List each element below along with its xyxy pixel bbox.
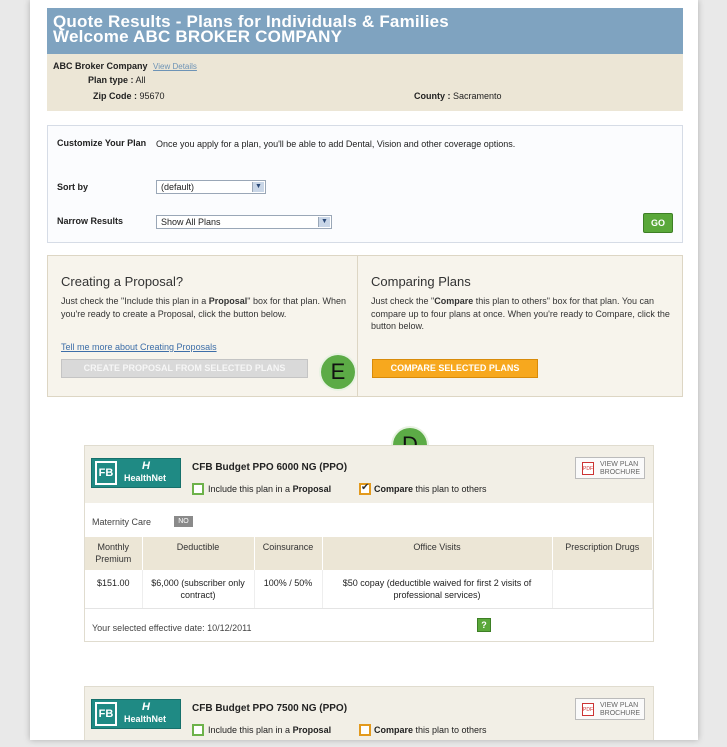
proposal-title: Creating a Proposal? bbox=[61, 274, 184, 289]
healthnet-logo: FB H HealthNet bbox=[91, 699, 181, 729]
comparing-title: Comparing Plans bbox=[371, 274, 471, 289]
plan-benefits-table: Monthly Premium Deductible Coinsurance O… bbox=[85, 537, 653, 609]
header-banner: Quote Results - Plans for Individuals & … bbox=[47, 8, 683, 54]
chevron-down-icon: ▼ bbox=[252, 182, 264, 192]
plan-card: FB H HealthNet CFB Budget PPO 6000 NG (P… bbox=[84, 445, 654, 642]
prescription-cell bbox=[552, 570, 653, 609]
healthnet-logo: FB H HealthNet bbox=[91, 458, 181, 488]
table-row: $151.00 $6,000 (subscriber only contract… bbox=[85, 570, 653, 609]
sort-select[interactable]: (default) ▼ bbox=[156, 180, 266, 194]
page-frame: Quote Results - Plans for Individuals & … bbox=[30, 0, 698, 740]
customize-panel: Customize Your Plan Once you apply for a… bbox=[47, 125, 683, 243]
pdf-icon: PDF bbox=[582, 462, 594, 475]
pdf-icon: PDF bbox=[582, 703, 594, 716]
customize-message: Once you apply for a plan, you'll be abl… bbox=[156, 139, 516, 149]
maternity-care-label: Maternity Care bbox=[92, 517, 152, 527]
plan-card-header: FB H HealthNet CFB Budget PPO 6000 NG (P… bbox=[85, 446, 653, 503]
proposal-info-link[interactable]: Tell me more about Creating Proposals bbox=[61, 342, 217, 352]
create-proposal-button[interactable]: CREATE PROPOSAL FROM SELECTED PLANS bbox=[61, 359, 308, 378]
plan-card: FB H HealthNet CFB Budget PPO 7500 NG (P… bbox=[84, 686, 654, 740]
header-details: ABC Broker Company View Details Plan typ… bbox=[47, 54, 683, 111]
plan-name: CFB Budget PPO 6000 NG (PPO) bbox=[192, 462, 348, 473]
maternity-badge: NO bbox=[174, 516, 193, 527]
column-header: Deductible bbox=[142, 537, 255, 570]
compare-label: Compare this plan to others bbox=[374, 484, 487, 494]
county-row: County : Sacramento bbox=[414, 91, 502, 101]
chevron-down-icon: ▼ bbox=[318, 217, 330, 227]
comparing-instructions: Just check the "Compare this plan to oth… bbox=[371, 296, 670, 331]
compare-label: Compare this plan to others bbox=[374, 725, 487, 735]
table-header-row: Monthly Premium Deductible Coinsurance O… bbox=[85, 537, 653, 570]
broker-name: ABC Broker Company View Details bbox=[53, 61, 197, 71]
include-proposal-checkbox[interactable] bbox=[192, 724, 204, 736]
compare-checkbox[interactable]: ✔ bbox=[359, 482, 371, 495]
include-proposal-label: Include this plan in a Proposal bbox=[208, 484, 332, 494]
include-proposal-label: Include this plan in a Proposal bbox=[208, 725, 332, 735]
narrow-results-label: Narrow Results bbox=[57, 216, 124, 226]
plan-type-row: Plan type : All bbox=[88, 75, 146, 85]
compare-selected-plans-button[interactable]: COMPARE SELECTED PLANS bbox=[372, 359, 538, 378]
view-plan-brochure-button[interactable]: PDF VIEW PLAN BROCHURE bbox=[575, 698, 645, 720]
marker-e: E bbox=[321, 355, 355, 389]
deductible-cell: $6,000 (subscriber only contract) bbox=[142, 570, 255, 609]
column-header: Monthly Premium bbox=[85, 537, 143, 570]
proposal-instructions: Just check the "Include this plan in a P… bbox=[61, 296, 347, 319]
coinsurance-cell: 100% / 50% bbox=[254, 570, 323, 609]
results-header: Quote Results - Plans for Individuals & … bbox=[47, 8, 683, 111]
sort-label: Sort by bbox=[57, 182, 89, 192]
go-button[interactable]: GO bbox=[643, 213, 673, 233]
view-plan-brochure-button[interactable]: PDF VIEW PLAN BROCHURE bbox=[575, 457, 645, 479]
plan-name: CFB Budget PPO 7500 NG (PPO) bbox=[192, 703, 348, 714]
column-header: Coinsurance bbox=[254, 537, 323, 570]
plan-card-header: FB H HealthNet CFB Budget PPO 7500 NG (P… bbox=[85, 687, 653, 740]
column-header: Prescription Drugs bbox=[552, 537, 653, 570]
office-visits-cell: $50 copay (deductible waived for first 2… bbox=[322, 570, 553, 609]
effective-date: Your selected effective date: 10/12/2011 bbox=[92, 623, 252, 633]
comparing-plans-panel: Comparing Plans Just check the "Compare … bbox=[357, 255, 683, 397]
compare-checkbox[interactable] bbox=[359, 724, 371, 736]
customize-label: Customize Your Plan bbox=[57, 138, 147, 148]
help-icon[interactable]: ? bbox=[477, 618, 491, 632]
view-details-link[interactable]: View Details bbox=[153, 62, 197, 71]
check-icon: ✔ bbox=[361, 482, 370, 493]
narrow-results-select[interactable]: Show All Plans ▼ bbox=[156, 215, 332, 229]
include-proposal-checkbox[interactable] bbox=[192, 483, 204, 495]
column-header: Office Visits bbox=[322, 537, 553, 570]
welcome-text: Welcome ABC BROKER COMPANY bbox=[53, 27, 343, 46]
zip-code-row: Zip Code : 95670 bbox=[93, 91, 165, 101]
premium-cell: $151.00 bbox=[85, 570, 143, 609]
